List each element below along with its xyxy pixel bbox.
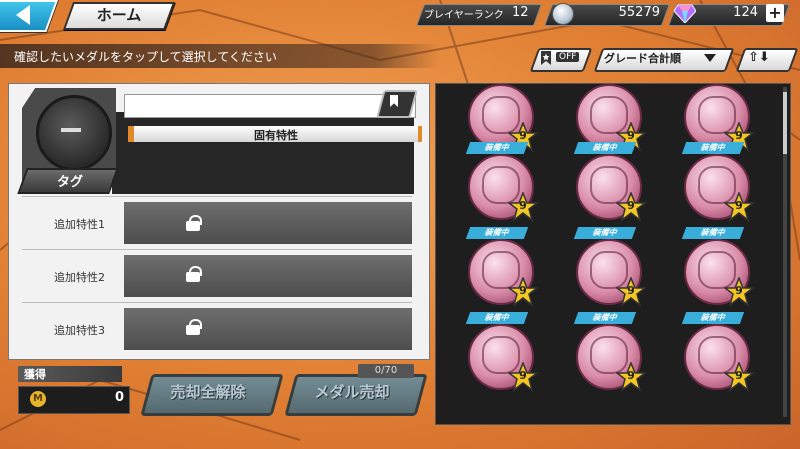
medal-grade: 9 bbox=[519, 369, 527, 382]
unique-trait-label: 固有特性 bbox=[254, 129, 298, 142]
medal-grade: 9 bbox=[627, 129, 635, 142]
chevron-down-icon bbox=[704, 54, 716, 62]
medal-name-bar bbox=[124, 94, 416, 118]
lock-icon bbox=[186, 215, 202, 231]
sub-trait-label-2: 追加特性2 bbox=[54, 271, 105, 284]
instruction-bar: 確認したいメダルをタップして選択してください bbox=[0, 44, 440, 68]
unique-trait-header: 固有特性 bbox=[128, 126, 422, 142]
medal-grade: 9 bbox=[519, 284, 527, 297]
medal-grade: 9 bbox=[735, 369, 743, 382]
medal-cell[interactable]: 装備中 9 bbox=[465, 312, 556, 402]
back-arrow-icon bbox=[16, 5, 30, 25]
coin-value: 55279 bbox=[618, 5, 660, 20]
grid-scroll-thumb[interactable] bbox=[783, 92, 787, 154]
sort-order-icon: ⇧⬇ bbox=[748, 50, 770, 65]
selected-medal-slot bbox=[36, 95, 112, 171]
tag-label: タグ bbox=[56, 175, 83, 190]
release-all-label: 売却全解除 bbox=[170, 383, 246, 401]
divider bbox=[22, 249, 412, 250]
medal-cell[interactable]: 装備中 9 bbox=[681, 227, 772, 317]
equipped-badge: 装備中 bbox=[573, 142, 637, 154]
equipped-badge: 装備中 bbox=[465, 312, 529, 324]
unique-trait-box bbox=[112, 112, 414, 194]
acquire-label: 獲得 bbox=[24, 368, 46, 381]
medal-grade: 9 bbox=[519, 199, 527, 212]
medal-grade: 9 bbox=[627, 199, 635, 212]
medal-cell[interactable]: 装備中 9 bbox=[465, 142, 556, 232]
medal-cell[interactable]: 装備中 9 bbox=[681, 142, 772, 232]
medal-grade: 9 bbox=[735, 199, 743, 212]
player-rank-label: プレイヤーランク bbox=[424, 10, 504, 21]
medal-grade: 9 bbox=[735, 129, 743, 142]
medal-cell[interactable]: 装備中 9 bbox=[465, 227, 556, 317]
gem-icon bbox=[674, 4, 696, 23]
medal-cell[interactable]: 装備中 9 bbox=[573, 142, 664, 232]
favorite-filter-state: OFF bbox=[556, 52, 580, 62]
divider bbox=[22, 196, 412, 197]
add-gem-button[interactable]: + bbox=[766, 4, 784, 22]
medal-grid[interactable]: 9 9 9 装備中 9 装備中 9 装備中 9 装備中 9 装備中 9 装備中 9 装備中 9 装備中 9 装備中 9 bbox=[435, 83, 791, 425]
sub-trait-label-1: 追加特性1 bbox=[54, 218, 105, 231]
sell-counter: 0/70 bbox=[358, 364, 414, 378]
sort-label: グレード合計順 bbox=[604, 52, 681, 65]
medal-currency-icon: M bbox=[30, 391, 46, 407]
home-button-label: ホーム bbox=[96, 7, 142, 24]
medal-grade: 9 bbox=[627, 369, 635, 382]
equipped-badge: 装備中 bbox=[573, 227, 637, 239]
equipped-badge: 装備中 bbox=[681, 312, 745, 324]
equipped-badge: 装備中 bbox=[681, 142, 745, 154]
sub-trait-box-1 bbox=[124, 202, 412, 244]
equipped-badge: 装備中 bbox=[681, 227, 745, 239]
instruction-text: 確認したいメダルをタップして選択してください bbox=[14, 50, 277, 64]
medal-cell[interactable]: 装備中 9 bbox=[573, 312, 664, 402]
coin-icon bbox=[552, 3, 574, 25]
medal-cell[interactable]: 装備中 9 bbox=[573, 227, 664, 317]
bookmark-star-icon bbox=[541, 51, 551, 65]
gem-value: 124 bbox=[733, 5, 758, 20]
sell-medal-label: メダル売却 bbox=[314, 383, 390, 401]
medal-grade: 9 bbox=[735, 284, 743, 297]
medal-grade: 9 bbox=[627, 284, 635, 297]
sub-trait-label-3: 追加特性3 bbox=[54, 324, 105, 337]
equipped-badge: 装備中 bbox=[573, 312, 637, 324]
sub-trait-box-2 bbox=[124, 255, 412, 297]
sub-trait-box-3 bbox=[124, 308, 412, 350]
equipped-badge: 装備中 bbox=[465, 142, 529, 154]
medal-grade: 9 bbox=[519, 129, 527, 142]
equipped-badge: 装備中 bbox=[465, 227, 529, 239]
medal-cell[interactable]: 装備中 9 bbox=[681, 312, 772, 402]
acquire-value: 0 bbox=[114, 390, 124, 405]
player-rank-value: 12 bbox=[512, 5, 529, 20]
lock-icon bbox=[186, 266, 202, 282]
divider bbox=[22, 302, 412, 303]
empty-medal-dash bbox=[61, 128, 81, 132]
lock-icon bbox=[186, 319, 202, 335]
